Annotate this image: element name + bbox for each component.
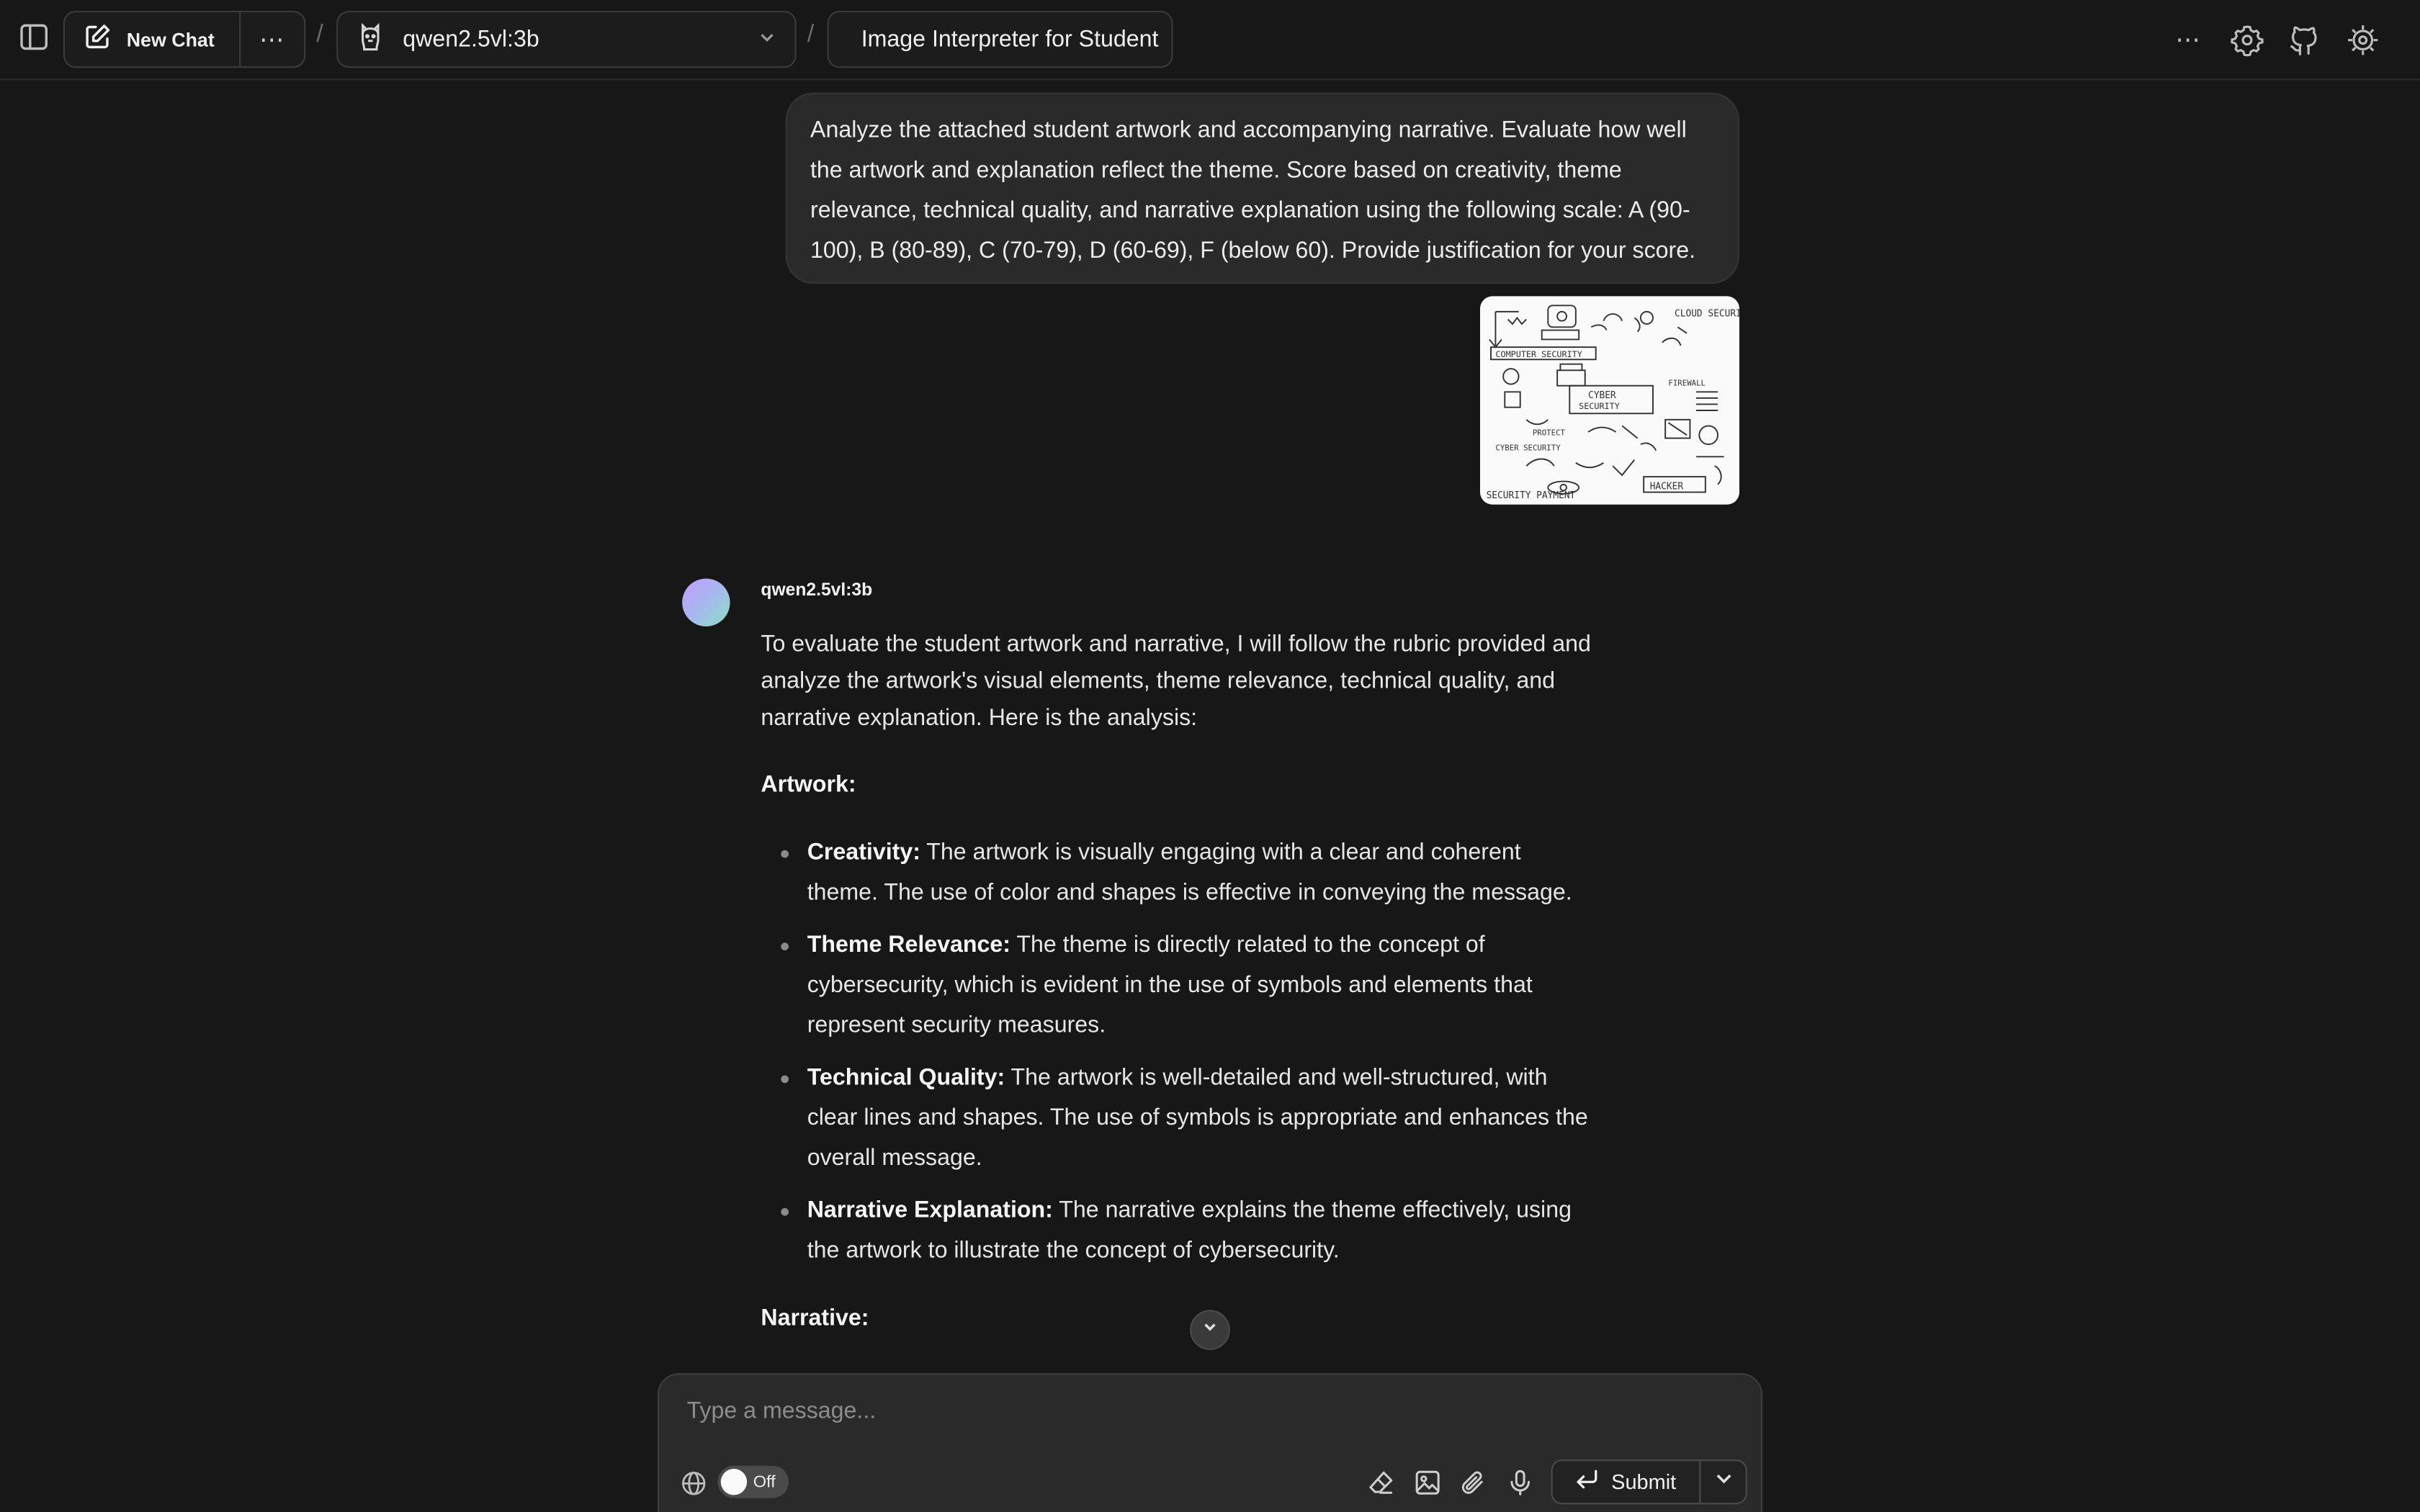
new-chat-group: New Chat ⋯ xyxy=(63,11,306,68)
scroll-to-bottom-button[interactable] xyxy=(1190,1310,1230,1350)
chevron-down-icon xyxy=(1713,1467,1734,1497)
new-chat-button[interactable]: New Chat xyxy=(65,12,241,67)
chat-title-field[interactable]: Image Interpreter for Student xyxy=(827,11,1173,68)
eraser-icon[interactable] xyxy=(1364,1466,1398,1500)
sidebar-toggle-icon[interactable] xyxy=(15,19,52,55)
list-item: Creativity: The artwork is visually enga… xyxy=(761,833,1594,913)
narrative-heading: Narrative: xyxy=(761,1305,869,1332)
user-message: Analyze the attached student artwork and… xyxy=(785,92,1739,284)
microphone-icon[interactable] xyxy=(1503,1466,1537,1500)
submit-label: Submit xyxy=(1611,1470,1677,1494)
model-name: qwen2.5vl:3b xyxy=(403,26,539,53)
llama-icon xyxy=(357,21,385,58)
artwork-heading: Artwork: xyxy=(761,771,856,798)
new-chat-label: New Chat xyxy=(126,28,215,50)
toggle-label: Off xyxy=(753,1472,776,1492)
artwork-label-cloud-security: CLOUD SECURITY xyxy=(1675,308,1739,319)
response-intro: To evaluate the student artwork and narr… xyxy=(761,631,1591,732)
svg-text:SECURITY: SECURITY xyxy=(1579,401,1620,411)
image-upload-icon[interactable] xyxy=(1411,1466,1445,1500)
breadcrumb-separator: / xyxy=(316,22,323,48)
svg-text:CYBER: CYBER xyxy=(1588,390,1616,401)
artwork-label-computer-security: COMPUTER SECURITY xyxy=(1495,349,1582,359)
artwork-label-firewall: FIREWALL xyxy=(1668,379,1706,388)
web-search-globe-icon[interactable] xyxy=(676,1466,710,1500)
edit-icon xyxy=(84,23,112,55)
message-composer: Off Submit xyxy=(657,1373,1763,1512)
more-options-button[interactable]: ⋯ xyxy=(241,24,304,55)
assistant-name: qwen2.5vl:3b xyxy=(761,581,873,600)
list-item: Theme Relevance: The theme is directly r… xyxy=(761,926,1594,1046)
assistant-avatar xyxy=(682,578,730,626)
svg-text:PROTECT: PROTECT xyxy=(1533,428,1566,437)
chat-title: Image Interpreter for Student xyxy=(861,26,1159,53)
assistant-response: To evaluate the student artwork and narr… xyxy=(761,626,1594,1367)
artwork-label-hacker: SECURITY PAYMENT xyxy=(1487,490,1576,501)
web-search-toggle[interactable]: Off xyxy=(717,1465,789,1498)
rubric-list: Creativity: The artwork is visually enga… xyxy=(761,833,1594,1272)
github-icon[interactable] xyxy=(2284,20,2324,60)
ellipsis-icon: ⋯ xyxy=(259,27,286,53)
list-item: Narrative Explanation: The narrative exp… xyxy=(761,1191,1594,1271)
submit-options-dropdown[interactable] xyxy=(1700,1467,1745,1497)
enter-icon xyxy=(1574,1469,1599,1495)
theme-settings-icon[interactable] xyxy=(2343,20,2383,60)
message-input[interactable] xyxy=(686,1392,1706,1428)
list-item: Technical Quality: The artwork is well-d… xyxy=(761,1058,1594,1179)
artwork-label-security-payment: CYBER SECURITY xyxy=(1495,444,1561,453)
attached-artwork-image[interactable]: COMPUTER SECURITY CLOUD SECURITY CYBER S… xyxy=(1480,296,1739,505)
more-menu-button[interactable]: ⋯ xyxy=(2170,22,2207,58)
chevron-down-icon xyxy=(758,26,776,52)
artwork-label-phishing: HACKER xyxy=(1650,481,1684,492)
breadcrumb-separator: / xyxy=(807,22,815,48)
toggle-knob xyxy=(720,1468,748,1495)
chevron-down-icon xyxy=(1201,1316,1219,1344)
top-bar: New Chat ⋯ / qwen2.5vl:3b / Image Interp… xyxy=(0,0,2420,81)
ellipsis-icon: ⋯ xyxy=(2175,27,2202,54)
submit-button-group: Submit xyxy=(1551,1459,1747,1505)
settings-gear-icon[interactable] xyxy=(2227,20,2267,60)
model-selector[interactable]: qwen2.5vl:3b xyxy=(336,11,797,68)
submit-button[interactable]: Submit xyxy=(1553,1461,1701,1503)
paperclip-icon[interactable] xyxy=(1456,1466,1489,1500)
